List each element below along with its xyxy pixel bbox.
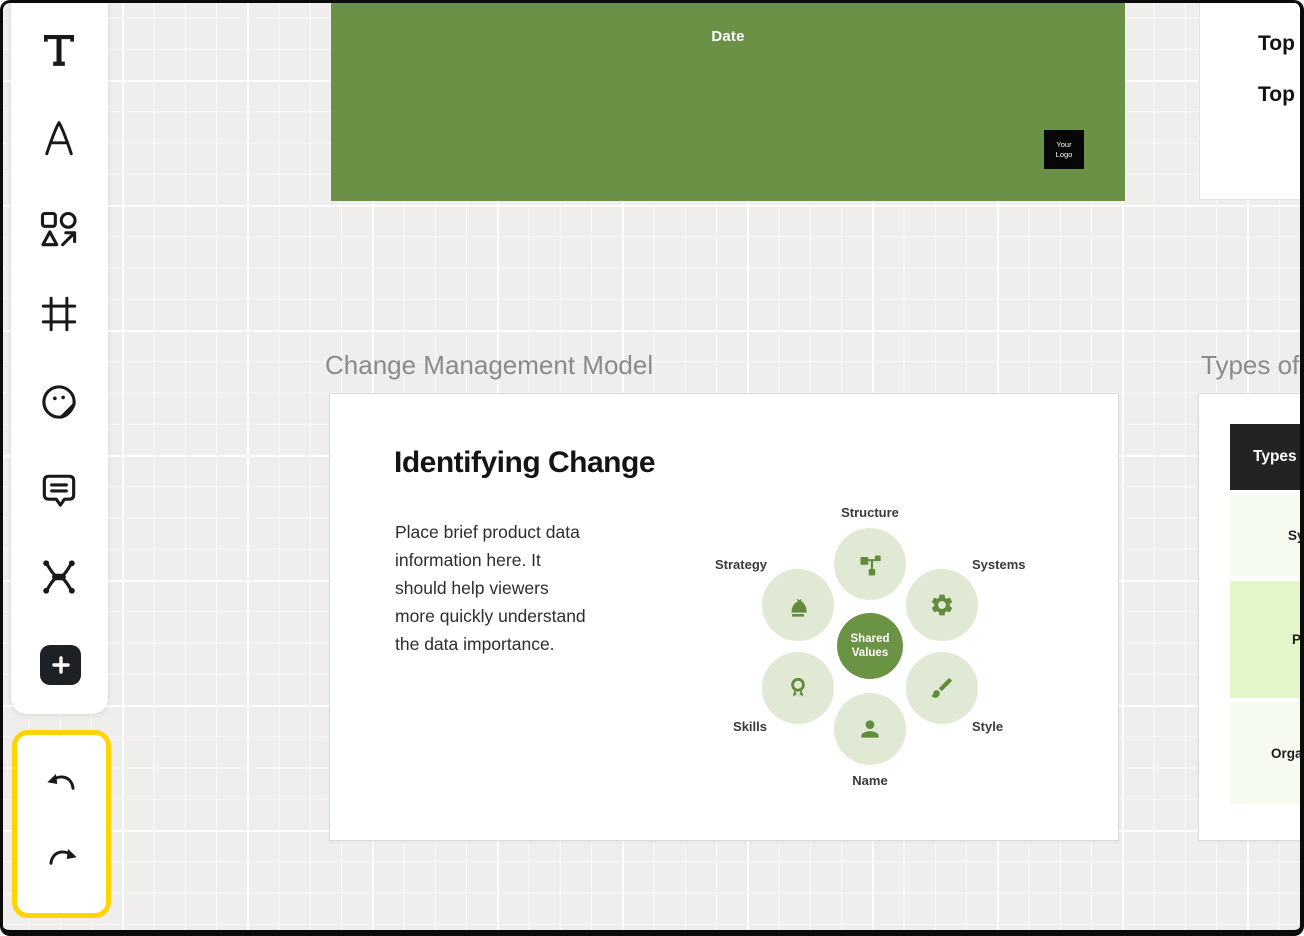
toolbar — [11, 3, 108, 714]
redo-button[interactable] — [38, 838, 86, 886]
letter-a-icon — [45, 121, 73, 156]
table-header-label: Types o — [1253, 448, 1300, 465]
diagram-label-structure: Structure — [841, 505, 899, 520]
connector-icon — [43, 560, 75, 594]
diagram-label-strategy: Strategy — [714, 557, 767, 572]
table-row: Organ — [1230, 702, 1303, 804]
slide-identifying-change[interactable]: Identifying Change Place brief product d… — [329, 393, 1119, 841]
top-right-card[interactable]: Top Top — [1199, 3, 1300, 200]
undo-icon — [46, 773, 75, 790]
undo-button[interactable] — [38, 763, 86, 811]
card-text-line: Top — [1258, 83, 1295, 106]
table-header: Types o — [1230, 424, 1300, 490]
redo-icon — [48, 848, 77, 865]
logo-text-line1: Your — [1056, 139, 1072, 149]
canvas-viewport[interactable]: Date Your Logo Top Top Change Management… — [0, 0, 1304, 936]
sticker-icon — [42, 385, 76, 419]
person-icon — [861, 720, 879, 738]
diagram-label-skills: Skills — [733, 719, 767, 734]
table-cell-label: Organ — [1271, 745, 1303, 761]
add-element-button[interactable] — [40, 645, 81, 685]
diagram-node-name — [834, 693, 906, 765]
slide-body-text: Place brief product data information her… — [395, 522, 586, 654]
banner-date-label: Date — [711, 28, 745, 45]
logo-text-line2: Logo — [1055, 149, 1073, 159]
frame-title-change-management[interactable]: Change Management Model — [325, 350, 653, 381]
paintbrush-icon — [931, 678, 952, 698]
gear-icon — [931, 594, 953, 616]
sitemap-icon — [860, 555, 881, 576]
diagram-label-style: Style — [972, 719, 1004, 734]
card-text-line: Top — [1258, 32, 1295, 55]
frame-title-types-of[interactable]: Types of — [1201, 350, 1299, 381]
comment-tool-button[interactable] — [35, 466, 83, 514]
undo-redo-panel — [12, 730, 111, 918]
logo-placeholder[interactable]: Your Logo — [1044, 130, 1084, 169]
table-row: Pr — [1230, 581, 1302, 698]
shapes-icon — [40, 211, 77, 247]
diagram-node-strategy — [762, 569, 834, 641]
diagram-node-systems — [906, 569, 978, 641]
shapes-tool-button[interactable] — [35, 206, 83, 254]
table-cell-label: Sys — [1288, 528, 1304, 543]
banner-slide[interactable]: Date Your Logo — [331, 3, 1125, 201]
diagram-center-shared-values: Shared Values — [837, 613, 903, 679]
diagram-label-systems: Systems — [972, 557, 1026, 572]
slide-types-of[interactable]: Types o Sys Pr Organ — [1198, 393, 1304, 841]
text-icon — [44, 35, 74, 66]
diagram-label-name: Name — [852, 773, 888, 788]
comment-icon — [42, 474, 76, 507]
award-icon — [791, 677, 805, 698]
diagram-node-style — [906, 652, 978, 724]
frame-tool-button[interactable] — [35, 290, 83, 338]
chess-knight-icon — [791, 598, 807, 617]
diagram-node-skills — [762, 652, 834, 724]
table-row: Sys — [1230, 495, 1304, 576]
sticker-tool-button[interactable] — [35, 378, 83, 426]
lettering-tool-button[interactable] — [35, 114, 83, 162]
frame-icon — [41, 296, 77, 332]
table-cell-label: Pr — [1292, 632, 1302, 647]
text-tool-button[interactable] — [35, 26, 83, 74]
slide-heading: Identifying Change — [394, 446, 656, 479]
plus-icon — [51, 656, 70, 674]
connector-tool-button[interactable] — [35, 553, 83, 601]
diagram-node-structure — [834, 528, 906, 600]
